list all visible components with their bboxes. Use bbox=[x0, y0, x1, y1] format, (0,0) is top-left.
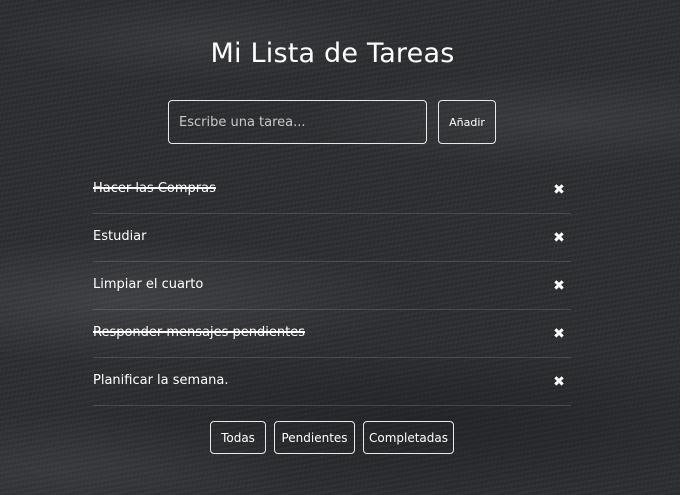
filter-pending-button[interactable]: Pendientes bbox=[274, 421, 355, 454]
task-text[interactable]: Limpiar el cuarto bbox=[93, 277, 203, 292]
task-text[interactable]: Responder mensajes pendientes bbox=[93, 325, 305, 340]
task-list: Hacer las Compras ✖ Estudiar ✖ Limpiar e… bbox=[93, 166, 571, 406]
page-title: Mi Lista de Tareas bbox=[210, 38, 455, 69]
filter-completed-button[interactable]: Completadas bbox=[363, 421, 454, 454]
task-item[interactable]: Estudiar ✖ bbox=[93, 214, 571, 262]
task-text[interactable]: Planificar la semana. bbox=[93, 373, 229, 388]
task-text[interactable]: Hacer las Compras bbox=[93, 181, 216, 196]
close-icon[interactable]: ✖ bbox=[551, 373, 567, 391]
close-icon[interactable]: ✖ bbox=[551, 277, 567, 295]
task-input[interactable] bbox=[168, 100, 427, 144]
task-item[interactable]: Planificar la semana. ✖ bbox=[93, 358, 571, 406]
task-item[interactable]: Responder mensajes pendientes ✖ bbox=[93, 310, 571, 358]
close-icon[interactable]: ✖ bbox=[551, 181, 567, 199]
close-icon[interactable]: ✖ bbox=[551, 325, 567, 343]
filter-all-button[interactable]: Todas bbox=[210, 421, 266, 454]
task-text[interactable]: Estudiar bbox=[93, 229, 147, 244]
task-item[interactable]: Hacer las Compras ✖ bbox=[93, 166, 571, 214]
task-item[interactable]: Limpiar el cuarto ✖ bbox=[93, 262, 571, 310]
close-icon[interactable]: ✖ bbox=[551, 229, 567, 247]
add-task-button[interactable]: Añadir bbox=[438, 100, 496, 144]
